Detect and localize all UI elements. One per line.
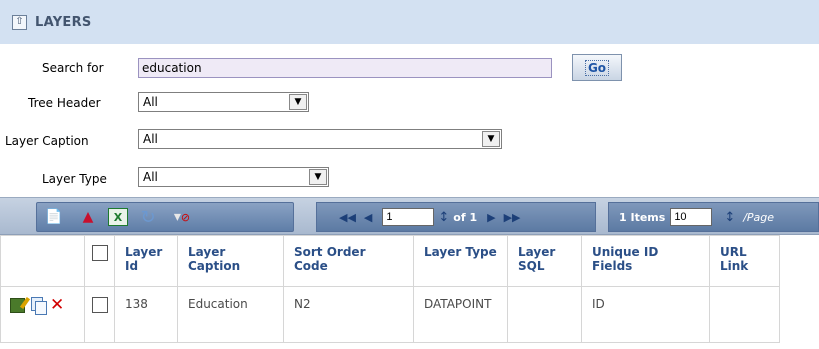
layer-type-select[interactable]: All ▼: [138, 167, 329, 187]
chevron-down-icon: ▼: [289, 94, 307, 110]
prev-page-icon[interactable]: ◀: [364, 211, 372, 224]
go-button[interactable]: Go: [572, 54, 622, 81]
page-size-input[interactable]: [670, 208, 713, 226]
grid-toolbar: 📄 ▲ X ↻ ▾⊘ ◀◀ ◀ ↕ of 1 ▶ ▶▶ 1 Items ↕ /P…: [0, 197, 819, 235]
cell-layer-caption: Education: [177, 286, 284, 343]
page-count-text: of 1: [453, 210, 478, 224]
chevron-down-icon: ▼: [309, 169, 327, 185]
new-document-icon[interactable]: 📄: [40, 205, 68, 229]
last-page-icon[interactable]: ▶▶: [504, 211, 521, 224]
column-header-unique-id-fields[interactable]: Unique ID Fields: [581, 235, 710, 287]
panel-title: LAYERS: [35, 14, 92, 30]
edit-icon[interactable]: [10, 297, 25, 313]
select-all-checkbox[interactable]: [92, 245, 108, 261]
chevron-down-icon: ▼: [482, 131, 500, 147]
pager: ◀◀ ◀ ↕ of 1 ▶ ▶▶: [316, 202, 596, 232]
tree-header-label: Tree Header: [28, 96, 101, 110]
row-checkbox[interactable]: [92, 297, 108, 313]
column-header-sort-order-code[interactable]: Sort Order Code: [283, 235, 414, 287]
tree-header-select[interactable]: All ▼: [138, 92, 309, 112]
delete-icon[interactable]: ✕: [50, 296, 64, 313]
column-header-layer-sql[interactable]: Layer SQL: [507, 235, 582, 287]
search-label: Search for: [42, 61, 104, 75]
action-buttons: 📄 ▲ X ↻ ▾ ⊘: [36, 202, 294, 232]
excel-export-icon[interactable]: X: [108, 208, 128, 226]
column-header-layer-type[interactable]: Layer Type: [413, 235, 508, 287]
cell-url-link: [709, 286, 780, 343]
select-all-header: [84, 235, 115, 287]
cell-layer-id: 138: [114, 286, 178, 343]
next-page-icon[interactable]: ▶: [487, 211, 495, 224]
layers-grid: Layer Id Layer Caption Sort Order Code L…: [0, 235, 780, 343]
per-page-label: /Page: [743, 210, 775, 224]
page-spinner-icon[interactable]: ↕: [438, 210, 449, 225]
page-size-spinner-icon[interactable]: ↕: [724, 210, 735, 225]
layer-caption-label: Layer Caption: [5, 134, 89, 148]
cell-layer-sql: [507, 286, 582, 343]
copy-icon[interactable]: [31, 297, 47, 315]
cell-sort-order-code: N2: [283, 286, 414, 343]
row-actions: ✕: [0, 286, 85, 343]
panel-header: ⇧ LAYERS: [0, 0, 819, 44]
grid-header-row: Layer Id Layer Caption Sort Order Code L…: [0, 235, 780, 287]
pdf-export-icon[interactable]: ▲: [74, 205, 102, 229]
cell-unique-id-fields: ID: [581, 286, 710, 343]
column-header-layer-id[interactable]: Layer Id: [114, 235, 178, 287]
clear-filter-icon[interactable]: ▾ ⊘: [168, 205, 196, 229]
collapse-up-icon[interactable]: ⇧: [12, 14, 27, 30]
cell-layer-type: DATAPOINT: [413, 286, 508, 343]
first-page-icon[interactable]: ◀◀: [339, 211, 356, 224]
table-row: ✕ 138 Education N2 DATAPOINT ID: [0, 286, 780, 343]
search-input[interactable]: [138, 58, 552, 78]
layer-caption-select[interactable]: All ▼: [138, 129, 502, 149]
page-size-control: 1 Items ↕ /Page: [608, 202, 819, 232]
actions-header: [0, 235, 85, 287]
column-header-url-link[interactable]: URL Link: [709, 235, 780, 287]
page-number-input[interactable]: [382, 208, 435, 226]
row-select: [84, 286, 115, 343]
column-header-layer-caption[interactable]: Layer Caption: [177, 235, 284, 287]
refresh-icon[interactable]: ↻: [134, 205, 162, 229]
items-count-text: 1 Items: [619, 210, 666, 224]
layer-type-label: Layer Type: [42, 172, 107, 186]
